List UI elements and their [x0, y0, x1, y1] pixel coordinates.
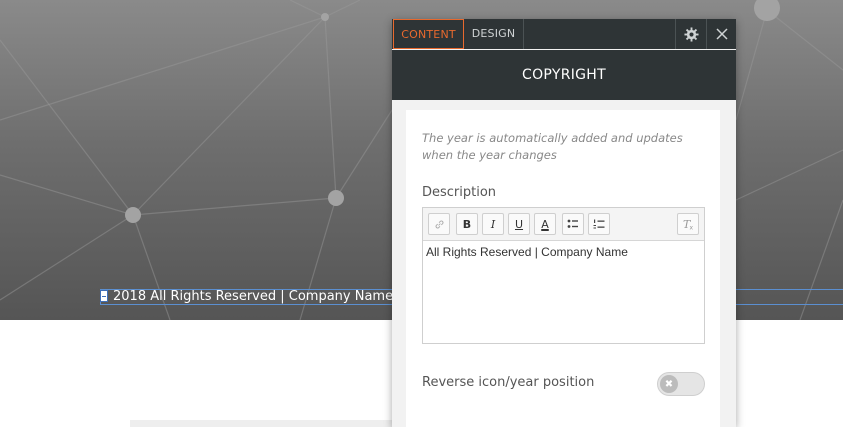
numbered-list-button[interactable] — [588, 213, 610, 235]
link-icon — [435, 220, 443, 228]
panel-title: COPYRIGHT — [392, 50, 736, 100]
year-hint-text: The year is automatically added and upda… — [422, 131, 683, 162]
description-label: Description — [422, 185, 497, 200]
link-button[interactable] — [428, 213, 450, 235]
close-button[interactable] — [706, 19, 737, 49]
copyright-icon — [100, 290, 108, 302]
bullet-list-icon — [567, 219, 578, 228]
footer-copyright-text[interactable]: 2018 All Rights Reserved | Company Name — [113, 289, 393, 305]
settings-button[interactable] — [675, 19, 706, 49]
underline-button[interactable]: U — [508, 213, 530, 235]
close-icon — [716, 28, 728, 40]
tab-design[interactable]: DESIGN — [464, 19, 524, 49]
svg-text:x: x — [689, 225, 693, 231]
reverse-position-toggle[interactable]: ✖ — [657, 372, 705, 396]
bullet-list-button[interactable] — [562, 213, 584, 235]
text-color-button[interactable]: A — [534, 213, 556, 235]
reverse-position-label: Reverse icon/year position — [422, 375, 595, 390]
toggle-off-icon: ✖ — [660, 375, 678, 393]
editor-content[interactable]: All Rights Reserved | Company Name — [426, 245, 628, 259]
settings-panel: CONTENT DESIGN COPYRIGHT The year is aut… — [392, 19, 736, 427]
clear-format-icon: T x — [683, 218, 694, 231]
editor-toolbar: B I U A T x — [423, 208, 704, 241]
numbered-list-icon — [593, 219, 605, 228]
page-section-strip — [130, 420, 400, 427]
panel-tabs: CONTENT DESIGN — [392, 19, 736, 49]
tab-content[interactable]: CONTENT — [393, 19, 464, 49]
italic-button[interactable]: I — [482, 213, 504, 235]
content-card: The year is automatically added and upda… — [406, 110, 720, 427]
gear-icon — [683, 26, 699, 42]
bold-button[interactable]: B — [456, 213, 478, 235]
description-editor[interactable]: B I U A T x All Rights Reserved | Compan… — [422, 207, 705, 344]
clear-format-button[interactable]: T x — [677, 213, 699, 235]
